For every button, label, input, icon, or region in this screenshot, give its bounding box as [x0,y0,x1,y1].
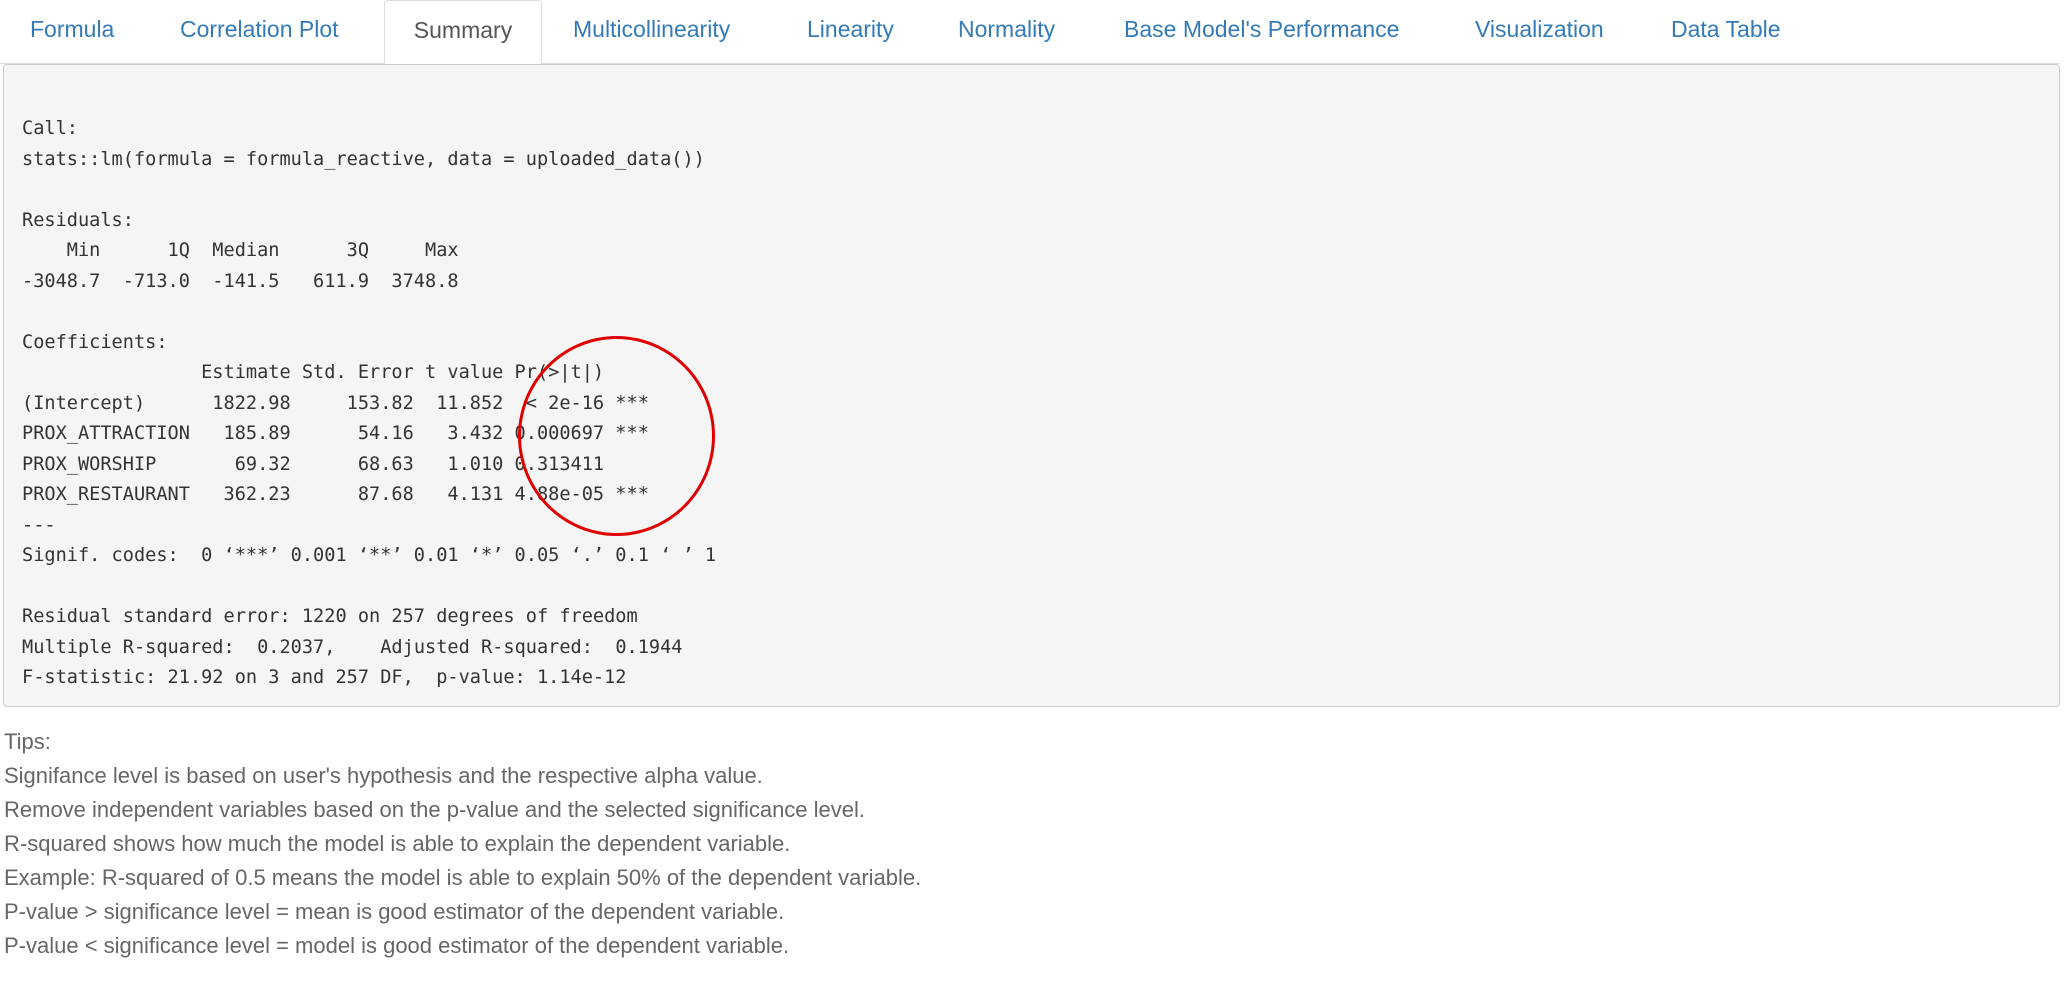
tip-line: R-squared shows how much the model is ab… [4,831,791,856]
page: Formula Correlation Plot Summary Multico… [0,0,2068,981]
tab-linearity[interactable]: Linearity [807,0,894,64]
tip-line: Remove independent variables based on th… [4,797,866,822]
tips-heading: Tips: [4,729,51,754]
tip-line: P-value < significance level = model is … [4,933,790,958]
tip-line: Example: R-squared of 0.5 means the mode… [4,865,922,890]
tip-line: Signifance level is based on user's hypo… [4,763,763,788]
tab-base-models-performance[interactable]: Base Model's Performance [1124,0,1399,64]
tab-correlation-plot[interactable]: Correlation Plot [180,0,339,64]
tab-bar: Formula Correlation Plot Summary Multico… [0,0,2060,65]
tip-line: P-value > significance level = mean is g… [4,899,785,924]
tab-normality[interactable]: Normality [958,0,1055,64]
tips-section: Tips: Signifance level is based on user'… [4,725,921,963]
tab-visualization[interactable]: Visualization [1475,0,1604,64]
summary-output-text: Call: stats::lm(formula = formula_reacti… [22,118,717,688]
summary-output-panel[interactable]: Call: stats::lm(formula = formula_reacti… [3,64,2060,707]
tab-formula[interactable]: Formula [30,0,114,64]
tab-multicollinearity[interactable]: Multicollinearity [573,0,730,64]
tab-data-table[interactable]: Data Table [1671,0,1781,64]
tab-summary[interactable]: Summary [384,0,542,65]
